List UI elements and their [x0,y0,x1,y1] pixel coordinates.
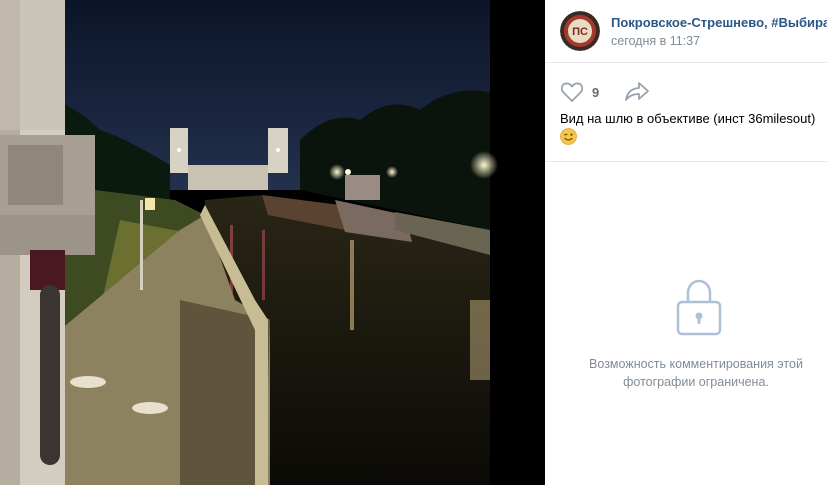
author-name[interactable]: Покровское-Стрешнево, #Выбираем... [611,15,827,30]
divider [545,161,827,162]
share-button[interactable] [624,80,650,107]
post-header: ПС Покровское-Стрешнево, #Выбираем... се… [545,0,827,63]
svg-text:ПС: ПС [572,26,588,38]
community-logo-icon: ПС [560,11,600,51]
like-button[interactable]: 9 [560,80,599,104]
restricted-line-1: Возможность комментирования этой [589,357,803,371]
photo-viewer [0,0,545,485]
photo-caption: Вид на шлю в объективе (инст 36milesout) [560,110,822,150]
lock-icon [675,276,723,336]
heart-icon [560,82,584,102]
restricted-line-2: фотографии ограничена. [623,375,769,389]
comments-restricted-message: Возможность комментирования этой фотогра… [575,355,817,391]
photo-info-panel: ПС Покровское-Стрешнево, #Выбираем... се… [545,0,827,485]
avatar[interactable]: ПС [560,11,600,51]
share-arrow-icon [625,82,649,101]
post-actions: 9 [560,80,810,104]
post-time[interactable]: сегодня в 11:37 [611,34,700,48]
caption-text: Вид на шлю в объективе (инст 36milesout) [560,111,816,126]
winking-face-icon [560,128,577,150]
river-lock-night-photo[interactable] [0,0,545,485]
like-count: 9 [592,84,600,100]
